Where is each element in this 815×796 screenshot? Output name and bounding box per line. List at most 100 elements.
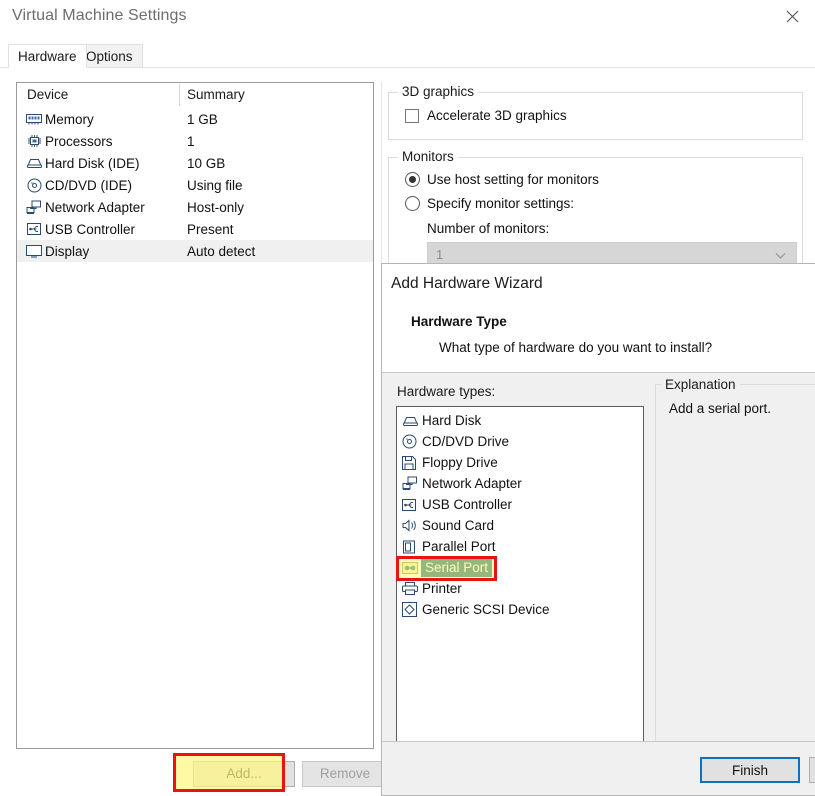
device-name: Hard Disk (IDE) [45,155,140,171]
radio-selected-icon[interactable] [405,172,420,187]
scsi-device-icon [402,602,422,617]
finish-button[interactable]: Finish [700,757,800,783]
graphics-group: 3D graphics Accelerate 3D graphics [388,84,803,140]
monitors-group-title: Monitors [398,149,458,164]
device-name: Processors [45,133,113,149]
table-row[interactable]: Processors 1 [17,130,373,152]
list-item[interactable]: Printer [397,578,643,599]
monitors-group: Monitors Use host setting for monitors S… [388,149,803,272]
device-name: Network Adapter [45,199,145,215]
device-summary: 1 [187,133,195,149]
wizard-subheading: What type of hardware do you want to ins… [439,340,713,355]
checkbox-icon[interactable] [405,108,419,123]
device-summary: Present [187,221,234,237]
remove-button: Remove [302,761,388,787]
floppy-icon [402,455,422,470]
device-list-header: Device Summary [17,83,373,108]
radio-specify-monitor-settings[interactable]: Specify monitor settings: [405,196,574,211]
processor-icon [23,134,45,148]
table-row[interactable]: USB Controller Present [17,218,373,240]
graphics-group-title: 3D graphics [398,84,479,99]
usb-controller-icon [23,222,45,236]
accelerate-3d-label: Accelerate 3D graphics [427,108,567,123]
device-name: Memory [45,111,94,127]
hard-disk-icon [402,415,422,427]
device-list-panel: Device Summary Memory 1 GB Processors 1 … [16,82,374,749]
cd-dvd-icon [402,434,422,449]
page-title: Virtual Machine Settings [12,7,187,24]
column-header-device: Device [27,87,69,102]
network-adapter-icon [402,476,422,491]
close-icon [786,10,799,23]
device-name: CD/DVD (IDE) [45,177,132,193]
usb-controller-icon [402,498,422,512]
list-item-label: USB Controller [422,497,513,512]
list-item[interactable]: USB Controller [397,494,643,515]
table-row[interactable]: Memory 1 GB [17,108,373,130]
device-list-buttons: Add... Remove [16,757,388,787]
list-item[interactable]: Floppy Drive [397,452,643,473]
column-divider [179,84,180,106]
wizard-body: Hardware types: Hard Disk CD/DVD Drive F… [382,373,815,743]
hard-disk-icon [23,157,45,169]
number-of-monitors-label: Number of monitors: [427,221,550,236]
memory-icon [23,113,45,125]
table-row[interactable]: CD/DVD (IDE) Using file [17,174,373,196]
use-host-label: Use host setting for monitors [427,172,599,187]
list-item-label: Network Adapter [422,476,522,491]
wizard-title: Add Hardware Wizard [391,275,543,292]
list-item-label: Sound Card [422,518,495,533]
tab-strip: Hardware Options [0,44,815,68]
radio-use-host-setting[interactable]: Use host setting for monitors [405,172,599,187]
cd-dvd-icon [23,178,45,193]
table-row[interactable]: Display Auto detect [17,240,373,262]
list-item-label: Parallel Port [422,539,496,554]
tab-hardware[interactable]: Hardware [8,44,87,68]
list-item-label: Printer [422,581,462,596]
cancel-button[interactable] [809,757,815,783]
wizard-footer: Finish [382,741,815,795]
radio-unselected-icon[interactable] [405,196,420,211]
explanation-title: Explanation [661,377,740,392]
network-adapter-icon [23,200,45,215]
add-button[interactable]: Add... [193,761,295,787]
device-name: Display [45,243,90,259]
hardware-types-label: Hardware types: [397,384,496,399]
serial-port-icon [402,561,422,575]
list-item-label: Serial Port [421,558,493,577]
display-icon [23,244,45,258]
list-item-label: Generic SCSI Device [422,602,550,617]
list-item[interactable]: Parallel Port [397,536,643,557]
list-item-serial-port[interactable]: Serial Port [397,557,643,578]
device-summary: 1 GB [187,111,218,127]
number-of-monitors-value: 1 [436,247,444,262]
list-item[interactable]: CD/DVD Drive [397,431,643,452]
list-item[interactable]: Sound Card [397,515,643,536]
specify-monitor-label: Specify monitor settings: [427,196,575,211]
vm-settings-window: Virtual Machine Settings Hardware Option… [0,0,815,796]
accelerate-3d-checkbox-row[interactable]: Accelerate 3D graphics [405,108,567,123]
parallel-port-icon [402,540,422,554]
device-summary: 10 GB [187,155,226,171]
device-summary: Auto detect [187,243,256,259]
hardware-types-list[interactable]: Hard Disk CD/DVD Drive Floppy Drive Netw… [396,406,644,743]
explanation-text: Add a serial port. [669,401,772,416]
table-row[interactable]: Network Adapter Host-only [17,196,373,218]
printer-icon [402,582,422,595]
close-button[interactable] [769,0,815,32]
chevron-down-icon [775,247,786,262]
sound-card-icon [402,519,422,532]
list-item-label: Hard Disk [422,413,482,428]
add-hardware-wizard-dialog: Add Hardware Wizard Hardware Type What t… [381,263,815,796]
list-item[interactable]: Hard Disk [397,410,643,431]
explanation-group [655,384,815,743]
wizard-heading: Hardware Type [411,314,507,329]
list-item[interactable]: Generic SCSI Device [397,599,643,620]
list-item[interactable]: Network Adapter [397,473,643,494]
column-header-summary: Summary [187,87,245,102]
device-summary: Host-only [187,199,245,215]
table-row[interactable]: Hard Disk (IDE) 10 GB [17,152,373,174]
list-item-label: Floppy Drive [422,455,498,470]
list-item-label: CD/DVD Drive [422,434,510,449]
device-name: USB Controller [45,221,136,237]
